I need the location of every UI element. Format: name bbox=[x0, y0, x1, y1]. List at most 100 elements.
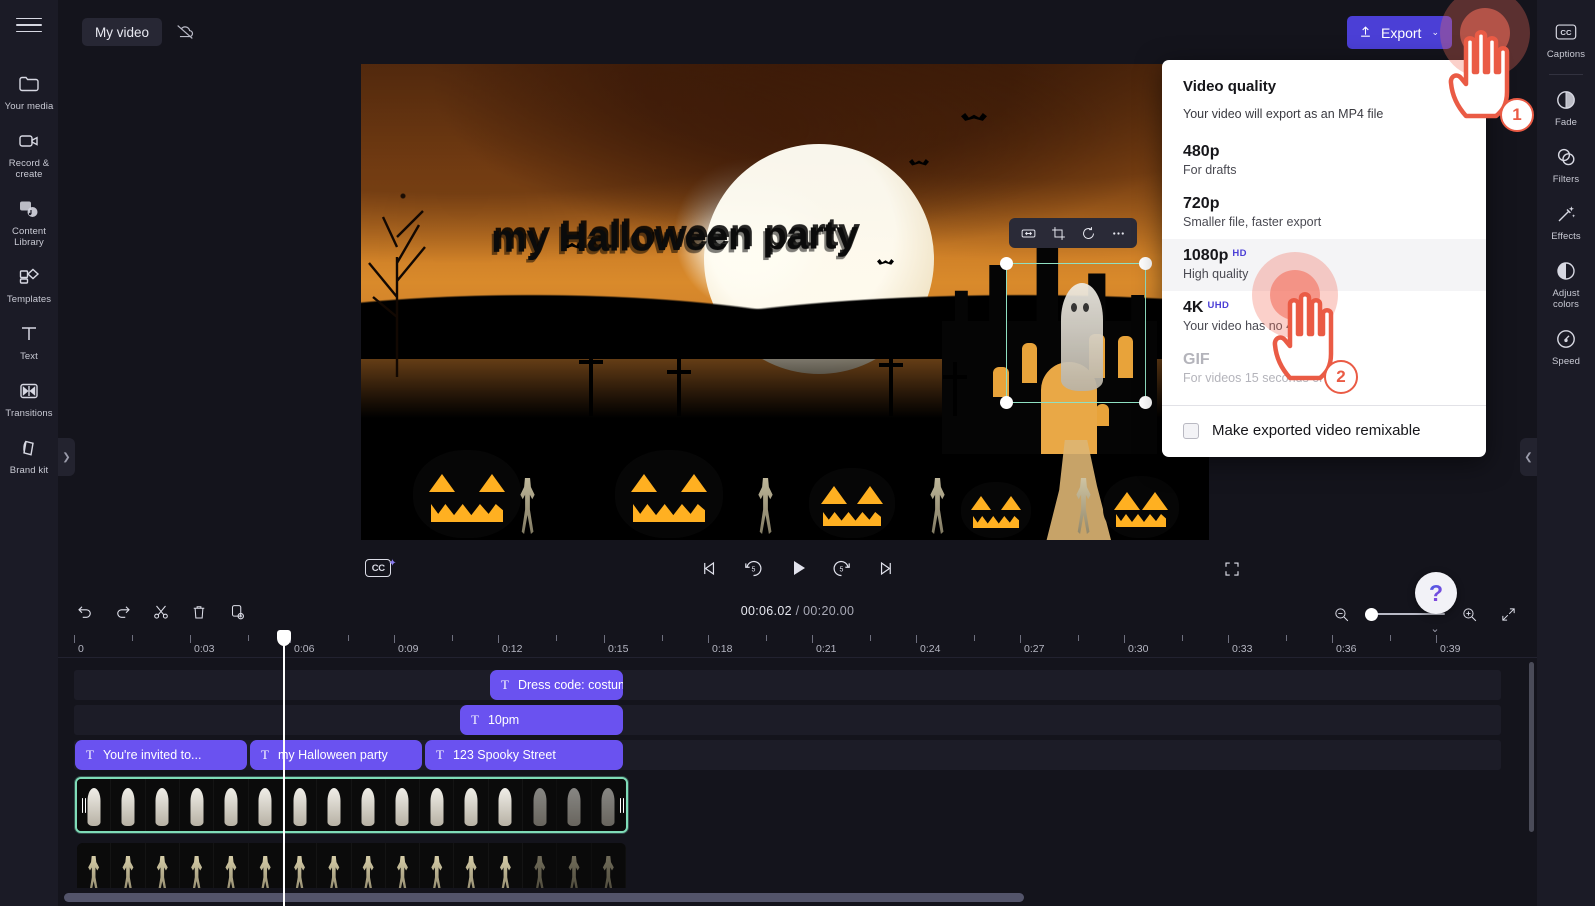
filmstrip bbox=[77, 779, 626, 831]
timeline-ruler[interactable]: 0 0:03 0:06 0:09 0:12 0:15 0:18 0:21 0:2… bbox=[58, 632, 1537, 658]
sidebar-item-record-create[interactable]: Record & create bbox=[0, 119, 58, 187]
selection-bounding-box[interactable] bbox=[1000, 257, 1152, 409]
filmstrip-frame bbox=[420, 779, 455, 831]
remixable-checkbox[interactable] bbox=[1183, 422, 1199, 439]
slider-knob[interactable] bbox=[1365, 607, 1378, 621]
filmstrip-frame bbox=[179, 843, 215, 888]
video-canvas[interactable]: my Halloween party bbox=[361, 63, 1209, 540]
quality-label: 720p bbox=[1183, 195, 1220, 212]
fullscreen-button[interactable] bbox=[1217, 555, 1247, 583]
step-badge-2: 2 bbox=[1324, 360, 1358, 394]
undo-icon[interactable] bbox=[70, 597, 100, 627]
redo-icon[interactable] bbox=[108, 597, 138, 627]
filmstrip bbox=[77, 843, 626, 888]
element-float-toolbar bbox=[1009, 218, 1137, 248]
text-icon bbox=[16, 321, 42, 347]
timeline-tracks: T Dress code: costum T 10pm T You're inv… bbox=[58, 658, 1523, 888]
forward-5-icon[interactable]: 5 bbox=[827, 553, 857, 583]
fit-to-screen-icon[interactable] bbox=[1493, 599, 1523, 629]
resize-handle-br[interactable] bbox=[1139, 396, 1152, 409]
current-time: 00:06.02 bbox=[740, 604, 792, 618]
timeline-vertical-scrollbar[interactable] bbox=[1529, 662, 1534, 832]
document-title[interactable]: My video bbox=[82, 18, 163, 46]
right-sidebar-collapse-handle[interactable]: ❮ bbox=[1520, 438, 1537, 476]
sidebar-item-text[interactable]: Text bbox=[0, 312, 58, 369]
play-button[interactable] bbox=[783, 553, 813, 583]
crop-icon[interactable] bbox=[1045, 221, 1071, 245]
resize-handle-bl[interactable] bbox=[1000, 396, 1013, 409]
fade-icon bbox=[1553, 87, 1579, 113]
sidebar-item-transitions[interactable]: Transitions bbox=[0, 369, 58, 426]
filmstrip-frame bbox=[248, 779, 283, 831]
quality-description: For drafts bbox=[1183, 163, 1237, 177]
cloud-off-icon[interactable] bbox=[170, 18, 200, 46]
text-clip[interactable]: T Dress code: costum bbox=[490, 670, 623, 700]
text-clip[interactable]: T my Halloween party bbox=[250, 740, 422, 770]
filmstrip-frame bbox=[351, 843, 386, 888]
quality-option-480p[interactable]: 480p For drafts bbox=[1162, 135, 1486, 187]
zoom-out-icon[interactable] bbox=[1326, 599, 1356, 629]
skip-to-start-icon[interactable] bbox=[695, 553, 725, 583]
media-clip-ghost[interactable] bbox=[75, 777, 628, 833]
text-clip[interactable]: T 10pm bbox=[460, 705, 623, 735]
sidebar-item-label: Record & create bbox=[8, 158, 50, 180]
remixable-checkbox-row[interactable]: Make exported video remixable bbox=[1162, 406, 1486, 457]
player-controls: CC ✦ 5 5 bbox=[58, 545, 1537, 597]
quality-label: 480p bbox=[1183, 143, 1220, 160]
text-clip[interactable]: T 123 Spooky Street bbox=[425, 740, 623, 770]
text-icon: T bbox=[86, 747, 94, 762]
help-button[interactable]: ? bbox=[1415, 572, 1457, 614]
resize-handle-tl[interactable] bbox=[1000, 257, 1013, 270]
more-options-icon[interactable] bbox=[1105, 221, 1131, 245]
filmstrip-frame bbox=[385, 779, 421, 831]
track-row: T 10pm bbox=[74, 705, 1523, 735]
grave-cross bbox=[667, 355, 691, 416]
skip-to-end-icon[interactable] bbox=[871, 553, 901, 583]
video-camera-icon bbox=[16, 128, 42, 154]
quality-option-720p[interactable]: 720p Smaller file, faster export bbox=[1162, 187, 1486, 239]
top-bar: My video Export ⌄ bbox=[58, 0, 1537, 64]
filmstrip-frame bbox=[523, 779, 558, 831]
sidebar-expand-handle[interactable]: ❯ bbox=[58, 438, 75, 476]
rewind-5-icon[interactable]: 5 bbox=[739, 553, 769, 583]
hd-badge: HD bbox=[1232, 248, 1247, 259]
resize-handle-tr[interactable] bbox=[1139, 257, 1152, 270]
sidebar-item-fade[interactable]: Fade bbox=[1537, 78, 1595, 135]
media-clip-skeleton[interactable] bbox=[77, 843, 626, 888]
export-button[interactable]: Export ⌄ bbox=[1346, 16, 1452, 49]
timeline-panel: 00:06.02 / 00:20.00 0 0:03 0:06 0:09 0:1… bbox=[58, 592, 1537, 906]
track-background[interactable] bbox=[74, 705, 1501, 735]
sidebar-item-content-library[interactable]: Content Library bbox=[0, 187, 58, 255]
filmstrip-frame bbox=[454, 779, 489, 831]
sidebar-item-captions[interactable]: CC Captions bbox=[1537, 10, 1595, 67]
flip-horizontal-icon[interactable] bbox=[1015, 221, 1041, 245]
overlay-title-text[interactable]: my Halloween party bbox=[491, 213, 858, 262]
sidebar-item-label: Content Library bbox=[12, 226, 46, 248]
delete-trash-icon[interactable] bbox=[184, 597, 214, 627]
quality-label: GIF bbox=[1183, 351, 1210, 368]
sidebar-item-adjust-colors[interactable]: Adjust colors bbox=[1537, 249, 1595, 317]
rotate-icon[interactable] bbox=[1075, 221, 1101, 245]
trim-handle-left[interactable] bbox=[77, 779, 88, 831]
captions-toggle-button[interactable]: CC ✦ bbox=[364, 555, 398, 581]
sidebar-item-brand-kit[interactable]: Brand kit bbox=[0, 426, 58, 483]
sidebar-item-label: Transitions bbox=[5, 408, 53, 419]
trim-handle-right[interactable] bbox=[615, 779, 626, 831]
sidebar-item-filters[interactable]: Filters bbox=[1537, 135, 1595, 192]
content-library-icon bbox=[16, 196, 42, 222]
track-background[interactable] bbox=[74, 670, 1501, 700]
track-row bbox=[74, 843, 1523, 888]
sidebar-item-your-media[interactable]: Your media bbox=[0, 62, 58, 119]
split-scissors-icon[interactable] bbox=[146, 597, 176, 627]
text-clip[interactable]: T You're invited to... bbox=[75, 740, 247, 770]
zoom-in-icon[interactable] bbox=[1454, 599, 1484, 629]
adjust-colors-icon bbox=[1553, 258, 1579, 284]
collapse-chevron-icon[interactable]: ⌄ bbox=[1421, 618, 1449, 638]
sidebar-item-effects[interactable]: Effects bbox=[1537, 192, 1595, 249]
sidebar-item-speed[interactable]: Speed bbox=[1537, 317, 1595, 374]
timeline-horizontal-scrollbar[interactable] bbox=[64, 893, 1024, 902]
svg-text:CC: CC bbox=[1560, 28, 1572, 37]
duplicate-icon[interactable] bbox=[222, 597, 252, 627]
sidebar-item-templates[interactable]: Templates bbox=[0, 255, 58, 312]
hamburger-icon[interactable] bbox=[16, 14, 42, 36]
